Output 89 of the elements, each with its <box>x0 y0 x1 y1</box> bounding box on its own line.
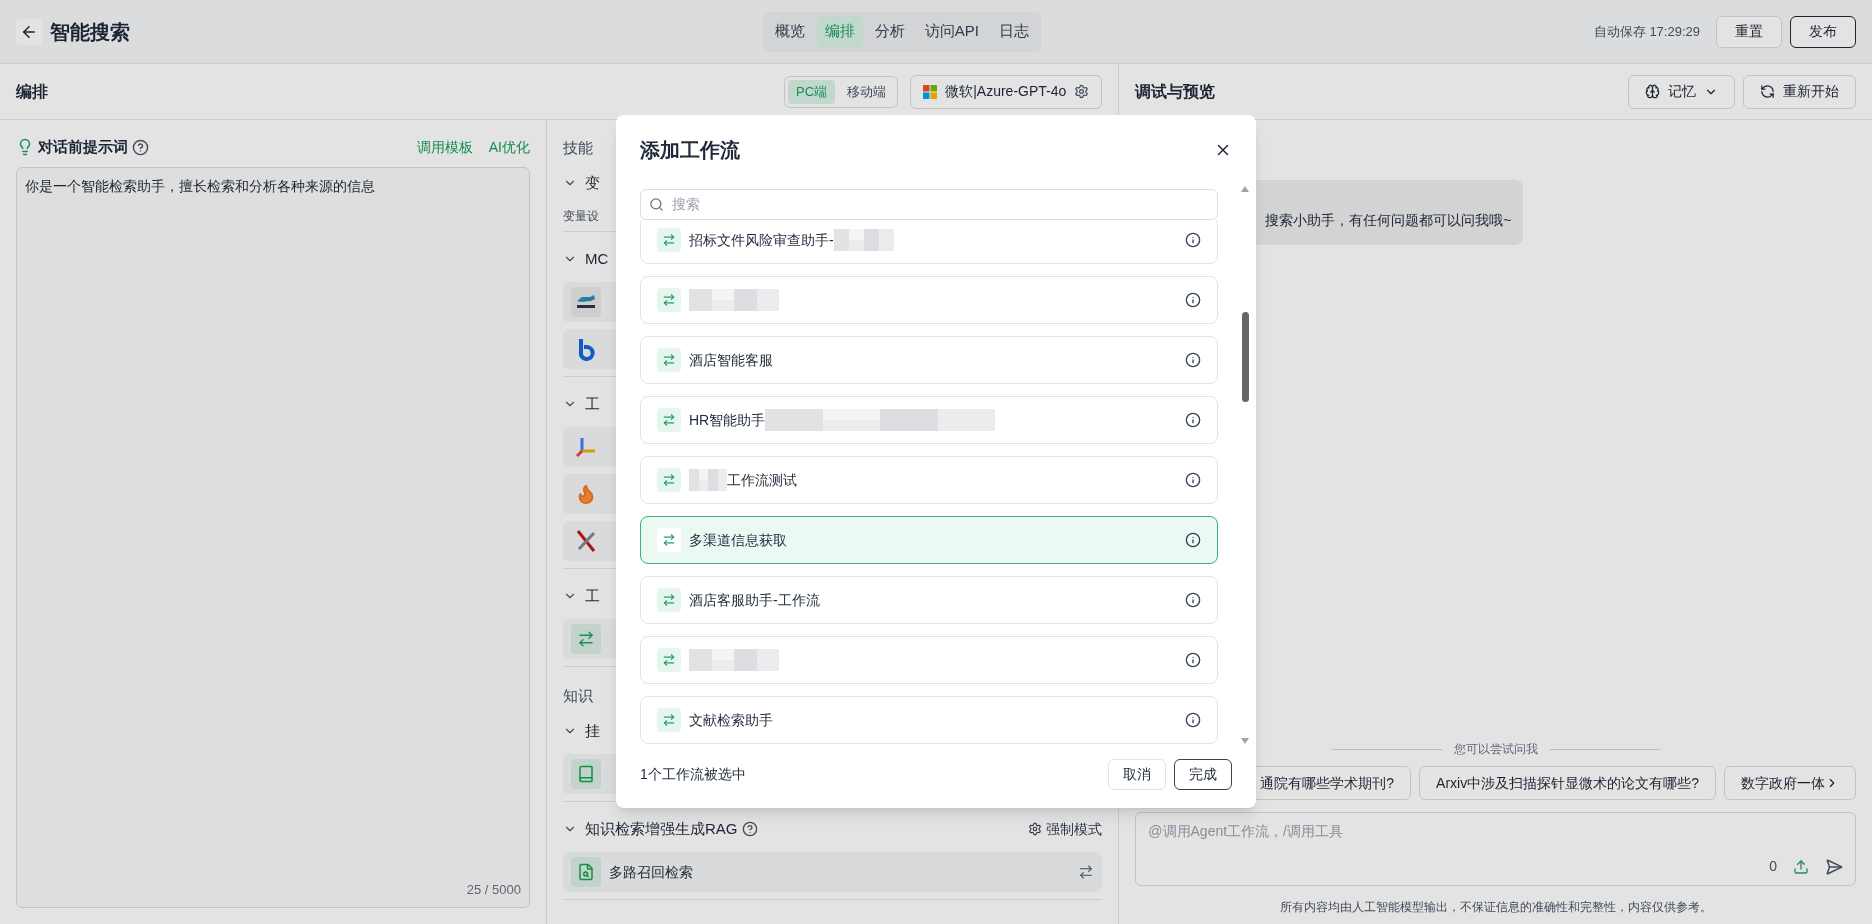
skill-name: 多路召回检索 <box>609 862 693 882</box>
upload-icon[interactable] <box>1793 858 1809 875</box>
send-icon[interactable] <box>1825 857 1843 876</box>
chat-input[interactable]: @调用Agent工作流，/调用工具 0 <box>1135 812 1856 886</box>
disclaimer-text: 所有内容均由人工智能模型输出，不保证信息的准确性和完整性，内容仅供参考。 <box>1278 899 1713 916</box>
nav-tab[interactable]: 分析 <box>866 15 913 48</box>
info-icon[interactable] <box>1185 232 1201 248</box>
workflow-item[interactable]: 文献检索助手 <box>640 696 1218 744</box>
workflow-icon <box>657 648 681 672</box>
suggestion-label: 您可以尝试问我 <box>1453 741 1538 758</box>
redacted-text-block <box>833 229 894 251</box>
workflow-item[interactable]: 酒店客服助手-工作流 <box>640 576 1218 624</box>
mode-link[interactable]: 强制模式 <box>1046 818 1103 840</box>
prompt-textarea[interactable]: 你是一个智能检索助手，擅长检索和分析各种来源的信息 25 / 5000 <box>16 166 530 908</box>
nav-tab[interactable]: 访问API <box>916 15 987 48</box>
help-icon[interactable] <box>132 138 149 156</box>
info-icon[interactable] <box>1185 352 1201 368</box>
section-title: 工 <box>585 393 600 414</box>
info-icon[interactable] <box>1185 472 1201 488</box>
workflow-item[interactable]: 多渠道信息获取 <box>640 516 1218 564</box>
workflow-name: 酒店智能客服 <box>689 350 773 370</box>
section-title: 挂 <box>585 720 600 741</box>
workflow-name: HR智能助手 <box>689 410 766 430</box>
suggestion-chip[interactable]: 数字政府一体 <box>1724 766 1856 800</box>
info-icon[interactable] <box>1185 712 1201 728</box>
workflow-name: 工作流测试 <box>727 470 797 490</box>
workflow-icon <box>571 624 601 654</box>
skills-title: 技能 <box>563 138 593 158</box>
workflow-name: 文献检索助手 <box>689 710 773 730</box>
info-icon[interactable] <box>1185 592 1201 608</box>
back-button[interactable] <box>16 18 42 45</box>
autosave-text: 自动保存 17:29:29 <box>1593 22 1700 41</box>
workflow-name: 招标文件风险审查助手- <box>689 230 834 250</box>
help-icon[interactable] <box>741 821 758 837</box>
skill-row[interactable]: 多路召回检索 <box>563 852 1103 892</box>
refresh-icon <box>1760 84 1775 99</box>
workflow-icon <box>657 708 681 732</box>
dialog-title: 添加工作流 <box>640 138 740 163</box>
prompt-title: 对话前提示词 <box>38 137 128 157</box>
panel-title: 编排 <box>16 81 48 102</box>
reset-button[interactable]: 重置 <box>1716 15 1782 48</box>
redacted-text-block <box>689 469 727 491</box>
suggestion-chip[interactable]: Arxiv中涉及扫描探针显微术的论文有哪些? <box>1419 766 1716 800</box>
nav-tab[interactable]: 日志 <box>991 15 1037 48</box>
document-search-icon <box>571 857 601 887</box>
workflow-item[interactable]: 酒店智能客服 <box>640 336 1218 384</box>
section-title: 工 <box>585 585 600 606</box>
workflow-icon <box>657 228 681 252</box>
swap-icon[interactable] <box>1078 864 1095 880</box>
workflow-item[interactable]: 招标文件风险审查助手- <box>640 220 1218 264</box>
workflow-item[interactable]: HR智能助手 <box>640 396 1218 444</box>
memory-button[interactable]: 记忆 <box>1628 74 1735 109</box>
cancel-button[interactable]: 取消 <box>1108 758 1166 790</box>
done-button[interactable]: 完成 <box>1174 758 1232 790</box>
info-icon[interactable] <box>1185 532 1201 548</box>
scrollbar-drawing[interactable] <box>1240 185 1250 745</box>
info-icon[interactable] <box>1185 652 1201 668</box>
platform-tab[interactable]: 移动端 <box>839 79 895 104</box>
search-icon <box>649 197 664 212</box>
token-count: 0 <box>1769 857 1777 876</box>
windows-logo-icon <box>923 84 938 99</box>
workflow-icon <box>657 468 681 492</box>
brain-icon <box>1645 84 1660 99</box>
settings-icon <box>1074 84 1090 99</box>
book-icon <box>571 759 601 789</box>
workflow-item[interactable]: 工作流测试 <box>640 456 1218 504</box>
workflow-icon <box>657 288 681 312</box>
section-title: 知识检索增强生成RAG <box>585 818 738 839</box>
model-selector[interactable]: 微软|Azure-GPT-4o <box>910 74 1103 109</box>
section-title: MC <box>585 248 609 269</box>
section-title: 变 <box>585 172 600 193</box>
workflow-name: 多渠道信息获取 <box>689 530 787 550</box>
workflow-icon <box>657 528 681 552</box>
selection-status: 1个工作流被选中 <box>640 764 746 784</box>
app-title: 智能搜索 <box>50 19 130 45</box>
panel-title: 调试与预览 <box>1135 81 1216 102</box>
info-icon[interactable] <box>1185 292 1201 308</box>
workflow-icon <box>657 348 681 372</box>
char-counter: 25 / 5000 <box>466 880 521 899</box>
section-note: 变量设 <box>563 208 599 225</box>
knowledge-title: 知识 <box>563 686 593 706</box>
workflow-name: 酒店客服助手-工作流 <box>689 590 820 610</box>
workflow-icon <box>657 408 681 432</box>
workflow-icon <box>657 588 681 612</box>
publish-button[interactable]: 发布 <box>1790 15 1856 48</box>
restart-button[interactable]: 重新开始 <box>1743 74 1856 109</box>
settings-icon[interactable] <box>1028 822 1043 836</box>
info-icon[interactable] <box>1185 412 1201 428</box>
nav-tab[interactable]: 概览 <box>766 15 813 48</box>
